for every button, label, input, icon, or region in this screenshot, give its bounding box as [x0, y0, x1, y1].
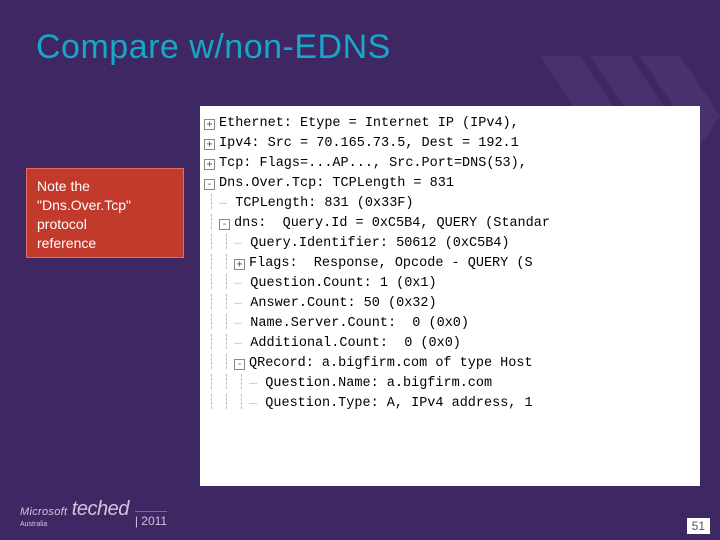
page-number: 51: [687, 518, 710, 534]
tree-row: ┊┊┈ Answer.Count: 50 (0x32): [204, 294, 696, 314]
microsoft-label: Microsoft: [20, 506, 67, 518]
tree-row-text: Flags: Response, Opcode - QUERY (S: [249, 254, 533, 274]
tree-row: ┊┊┈ Question.Count: 1 (0x1): [204, 274, 696, 294]
tree-row: + Ethernet: Etype = Internet IP (IPv4),: [204, 114, 696, 134]
tree-row-text: dns: Query.Id = 0xC5B4, QUERY (Standar: [234, 214, 550, 234]
expand-icon[interactable]: +: [204, 159, 215, 170]
tree-branch-icon: ┈: [234, 314, 250, 334]
callout-box: Note the "Dns.Over.Tcp" protocol referen…: [26, 168, 184, 258]
expand-icon[interactable]: +: [204, 119, 215, 130]
expand-icon[interactable]: +: [234, 259, 245, 270]
tree-row: ┊┊┈ Name.Server.Count: 0 (0x0): [204, 314, 696, 334]
tree-row-text: QRecord: a.bigfirm.com of type Host: [249, 354, 533, 374]
tree-row: + Ipv4: Src = 70.165.73.5, Dest = 192.1: [204, 134, 696, 154]
slide-title: Compare w/non-EDNS: [36, 28, 690, 67]
tree-branch-icon: ┈: [234, 294, 250, 314]
collapse-icon[interactable]: -: [204, 179, 215, 190]
tree-row: ┊┊┈ Query.Identifier: 50612 (0xC5B4): [204, 234, 696, 254]
tree-row-text: TCPLength: 831 (0x33F): [235, 194, 413, 214]
tree-row: -Dns.Over.Tcp: TCPLength = 831: [204, 174, 696, 194]
callout-line: protocol: [37, 215, 173, 234]
callout-line: Note the: [37, 177, 173, 196]
callout-line: reference: [37, 234, 173, 253]
slide-content: Note the "Dns.Over.Tcp" protocol referen…: [26, 106, 706, 486]
tree-row-text: Tcp: Flags=...AP..., Src.Port=DNS(53),: [219, 154, 527, 174]
tree-branch-icon: ┈: [219, 194, 235, 214]
tree-row-text: Name.Server.Count: 0 (0x0): [250, 314, 469, 334]
tree-branch-icon: ┈: [234, 234, 250, 254]
packet-capture-tree: + Ethernet: Etype = Internet IP (IPv4), + I…: [200, 106, 700, 486]
tree-row: ┊┊-QRecord: a.bigfirm.com of type Host: [204, 354, 696, 374]
tree-row-text: Additional.Count: 0 (0x0): [250, 334, 461, 354]
tree-branch-icon: ┈: [249, 374, 265, 394]
tree-row: ┊┊┊┈ Question.Name: a.bigfirm.com: [204, 374, 696, 394]
tree-row-text: Ipv4: Src = 70.165.73.5, Dest = 192.1: [219, 134, 519, 154]
collapse-icon[interactable]: -: [234, 359, 245, 370]
tree-row: + Tcp: Flags=...AP..., Src.Port=DNS(53),: [204, 154, 696, 174]
tree-row: ┊-dns: Query.Id = 0xC5B4, QUERY (Standar: [204, 214, 696, 234]
tree-row-text: Query.Identifier: 50612 (0xC5B4): [250, 234, 509, 254]
tree-row-text: Ethernet: Etype = Internet IP (IPv4),: [219, 114, 519, 134]
footer-logo: Microsoft teched Australia | 2011: [20, 498, 167, 528]
slide: Compare w/non-EDNS Note the "Dns.Over.Tc…: [0, 0, 720, 540]
expand-icon[interactable]: +: [204, 139, 215, 150]
tree-branch-icon: ┈: [249, 394, 265, 414]
tree-row: ┊┊┊┈ Question.Type: A, IPv4 address, 1: [204, 394, 696, 414]
teched-logo-text: teched: [72, 498, 129, 520]
tree-row: ┊┊+Flags: Response, Opcode - QUERY (S: [204, 254, 696, 274]
tree-row: ┊┈ TCPLength: 831 (0x33F): [204, 194, 696, 214]
tree-row-text: Question.Count: 1 (0x1): [250, 274, 436, 294]
australia-label: Australia: [20, 521, 129, 528]
tree-row-text: Dns.Over.Tcp: TCPLength = 831: [219, 174, 454, 194]
tree-branch-icon: ┈: [234, 334, 250, 354]
tree-row: ┊┊┈ Additional.Count: 0 (0x0): [204, 334, 696, 354]
tree-branch-icon: ┈: [234, 274, 250, 294]
collapse-icon[interactable]: -: [219, 219, 230, 230]
year-label: | 2011: [135, 511, 167, 528]
tree-row-text: Answer.Count: 50 (0x32): [250, 294, 436, 314]
tree-row-text: Question.Type: A, IPv4 address, 1: [265, 394, 532, 414]
tree-row-text: Question.Name: a.bigfirm.com: [265, 374, 492, 394]
callout-line: "Dns.Over.Tcp": [37, 196, 173, 215]
